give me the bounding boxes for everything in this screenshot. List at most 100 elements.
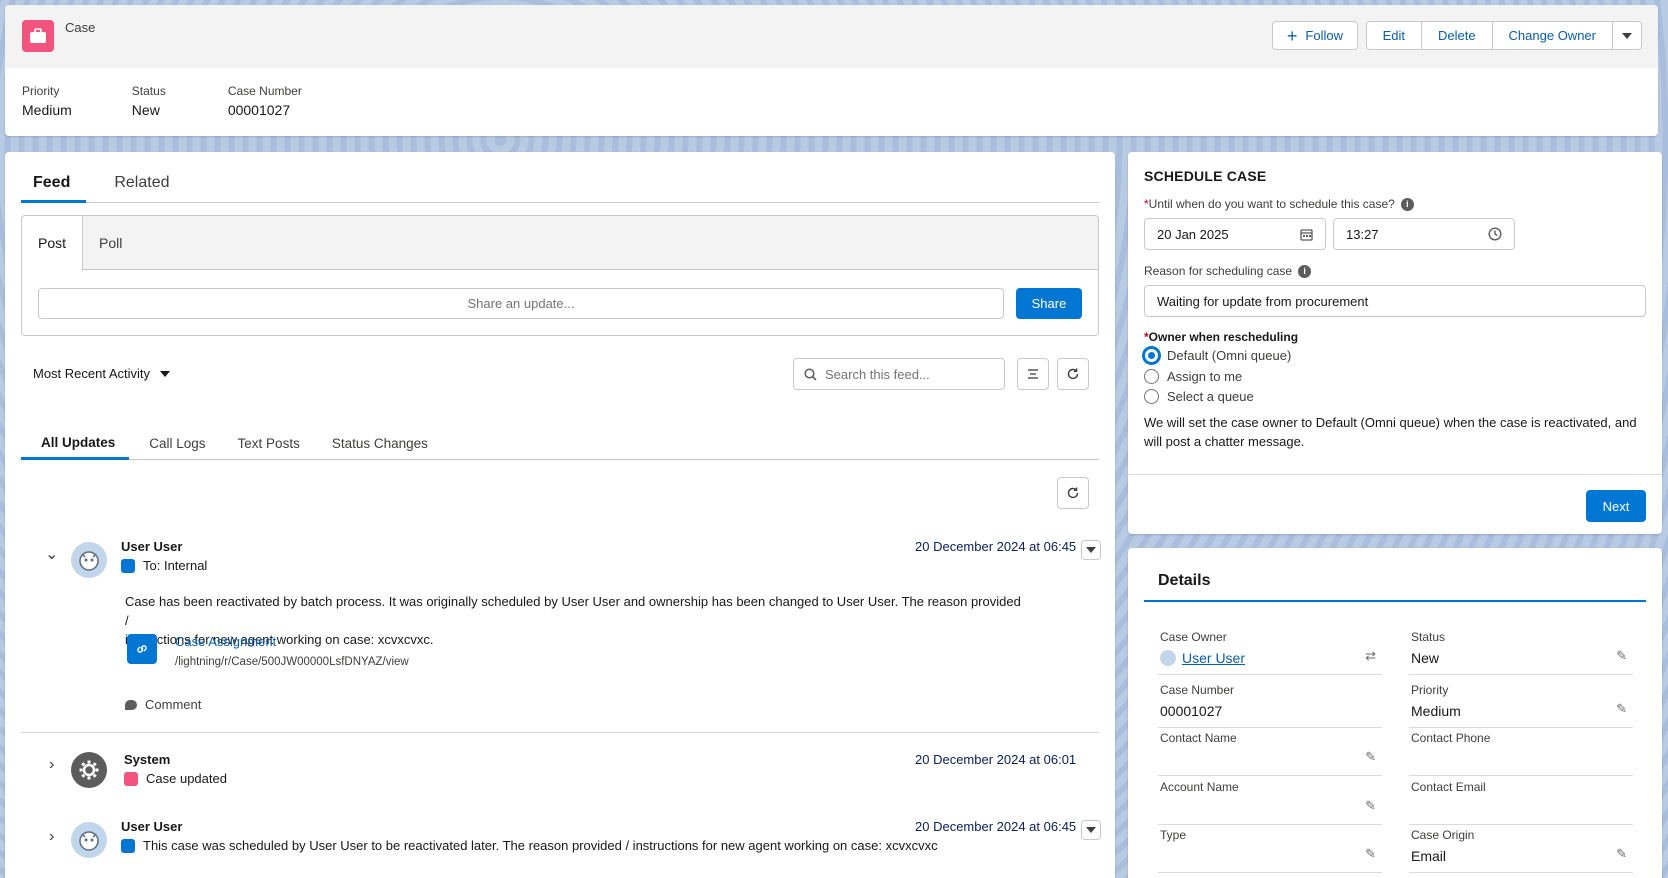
edit-pencil-icon[interactable]: ✎ <box>1616 648 1627 664</box>
reason-label: Reason for scheduling case i <box>1144 264 1312 278</box>
feed-panel: Feed Related Post Poll Share an update..… <box>5 152 1115 878</box>
follow-button[interactable]: + Follow <box>1271 21 1358 50</box>
comment-label: Comment <box>145 697 202 712</box>
edit-pencil-icon[interactable]: ✎ <box>1365 846 1376 862</box>
delete-button[interactable]: Delete <box>1420 21 1493 50</box>
calendar-icon[interactable] <box>1300 228 1313 241</box>
tab-call-logs[interactable]: Call Logs <box>129 436 221 459</box>
chevron-right-icon[interactable]: › <box>49 828 54 846</box>
radio-default-omni-queue[interactable]: Default (Omni queue) <box>1144 348 1291 363</box>
comment-button[interactable]: Comment <box>125 697 201 712</box>
feed-visibility: To: Internal <box>121 558 207 573</box>
field-label: Case Origin <box>1411 828 1475 842</box>
visibility-text: To: Internal <box>143 558 208 573</box>
change-owner-button[interactable]: Change Owner <box>1491 21 1613 50</box>
header-top: Case + Follow Edit Delete Change Owner <box>5 5 1658 68</box>
radio-assign-to-me[interactable]: Assign to me <box>1144 369 1242 384</box>
highlight-value: Medium <box>22 102 72 118</box>
comment-icon <box>125 699 137 710</box>
time-input[interactable]: 13:27 <box>1333 218 1515 250</box>
feed-sub-text: Case updated <box>146 771 227 786</box>
reason-input[interactable]: Waiting for update from procurement <box>1144 285 1646 317</box>
note-line: will post a chatter message. <box>1144 434 1305 449</box>
highlight-status: Status New <box>132 84 166 118</box>
share-update-input[interactable]: Share an update... <box>38 288 1004 319</box>
field-contact-name: Contact Name ✎ <box>1158 731 1382 776</box>
field-label: Priority <box>1411 683 1449 697</box>
radio-button[interactable] <box>1144 389 1159 404</box>
field-case-origin: Case Origin Email ✎ <box>1409 828 1633 873</box>
case-assignment-link[interactable]: Case Assignment <box>175 634 276 649</box>
highlight-label: Status <box>131 84 166 98</box>
refresh-icon[interactable] <box>1057 358 1089 390</box>
chevron-down-icon[interactable]: ⌄ <box>45 544 58 564</box>
change-owner-icon[interactable]: ⇄ <box>1365 648 1376 664</box>
tab-post[interactable]: Post <box>22 216 84 271</box>
radio-label: Default (Omni queue) <box>1167 348 1292 363</box>
feed-search-input[interactable]: Search this feed... <box>793 358 1005 390</box>
tab-text-posts[interactable]: Text Posts <box>222 436 316 459</box>
refresh-feed-icon[interactable] <box>1057 477 1089 509</box>
tab-status-changes[interactable]: Status Changes <box>316 436 444 459</box>
more-actions-button[interactable] <box>1612 21 1642 50</box>
field-priority: Priority Medium ✎ <box>1409 683 1633 728</box>
field-label: Case Owner <box>1160 630 1227 644</box>
feed-item-menu-button[interactable] <box>1081 820 1101 840</box>
field-status: Status New ✎ <box>1409 630 1633 675</box>
feed-author[interactable]: User User <box>121 819 182 834</box>
feed-date[interactable]: 20 December 2024 at 06:01 <box>915 752 1076 767</box>
feed-author[interactable]: System <box>124 752 170 767</box>
schedule-note: We will set the case owner to Default (O… <box>1144 413 1644 451</box>
highlight-value: 00001027 <box>227 102 291 118</box>
info-icon[interactable]: i <box>1298 264 1312 278</box>
details-title[interactable]: Details <box>1158 572 1210 590</box>
sort-dropdown[interactable]: Most Recent Activity <box>33 366 171 381</box>
edit-pencil-icon[interactable]: ✎ <box>1365 749 1376 765</box>
feed-item-menu-button[interactable] <box>1081 540 1101 560</box>
clock-icon[interactable] <box>1488 227 1502 241</box>
field-value: New <box>1411 650 1440 666</box>
owner-link[interactable]: User User <box>1182 650 1245 666</box>
details-tab-underline <box>1144 600 1646 602</box>
chevron-down-icon <box>1086 547 1096 553</box>
feed-date[interactable]: 20 December 2024 at 06:45 <box>915 539 1076 554</box>
edit-pencil-icon[interactable]: ✎ <box>1365 798 1376 814</box>
info-icon[interactable]: i <box>1400 197 1414 211</box>
panel-title: SCHEDULE CASE <box>1144 168 1267 184</box>
owner-label-text: Owner when rescheduling <box>1148 330 1299 344</box>
highlight-priority: Priority Medium <box>22 84 72 118</box>
details-panel: Details Case Owner User User ⇄ Status Ne… <box>1128 548 1662 878</box>
highlights-panel: Priority Medium Status New Case Number 0… <box>5 68 1658 118</box>
feed-filter-tabs: All Updates Call Logs Text Posts Status … <box>21 410 1099 460</box>
object-label: Case <box>65 20 96 35</box>
radio-select-a-queue[interactable]: Select a queue <box>1144 389 1254 404</box>
highlight-label: Priority <box>22 84 60 98</box>
feed-author[interactable]: User User <box>121 539 182 554</box>
edit-pencil-icon[interactable]: ✎ <box>1616 701 1627 717</box>
tab-all-updates[interactable]: All Updates <box>21 435 130 460</box>
plus-icon: + <box>1286 25 1298 46</box>
radio-button[interactable] <box>1144 348 1159 363</box>
tab-related[interactable]: Related <box>102 162 185 202</box>
next-button[interactable]: Next <box>1586 490 1646 522</box>
avatar <box>71 542 107 578</box>
share-button[interactable]: Share <box>1016 288 1082 319</box>
tab-feed[interactable]: Feed <box>21 162 87 203</box>
chevron-down-icon <box>160 370 171 377</box>
tab-poll[interactable]: Poll <box>83 216 138 269</box>
publisher-tabs: Post Poll <box>22 216 1098 271</box>
gear-icon <box>79 760 99 780</box>
chevron-right-icon[interactable]: › <box>49 756 54 774</box>
date-input[interactable]: 20 Jan 2025 <box>1144 218 1326 250</box>
schedule-case-panel: SCHEDULE CASE *Until when do you want to… <box>1128 152 1662 534</box>
edit-pencil-icon[interactable]: ✎ <box>1616 846 1627 862</box>
field-value: User User <box>1160 650 1245 666</box>
edit-button[interactable]: Edit <box>1365 21 1422 50</box>
sort-label: Most Recent Activity <box>33 366 151 381</box>
radio-button[interactable] <box>1144 369 1159 384</box>
search-placeholder: Search this feed... <box>825 366 930 382</box>
feed-date[interactable]: 20 December 2024 at 06:45 <box>915 819 1076 834</box>
case-icon <box>124 771 138 786</box>
publisher: Post Poll Share an update... Share <box>21 215 1099 336</box>
collapse-icon[interactable] <box>1017 358 1049 390</box>
